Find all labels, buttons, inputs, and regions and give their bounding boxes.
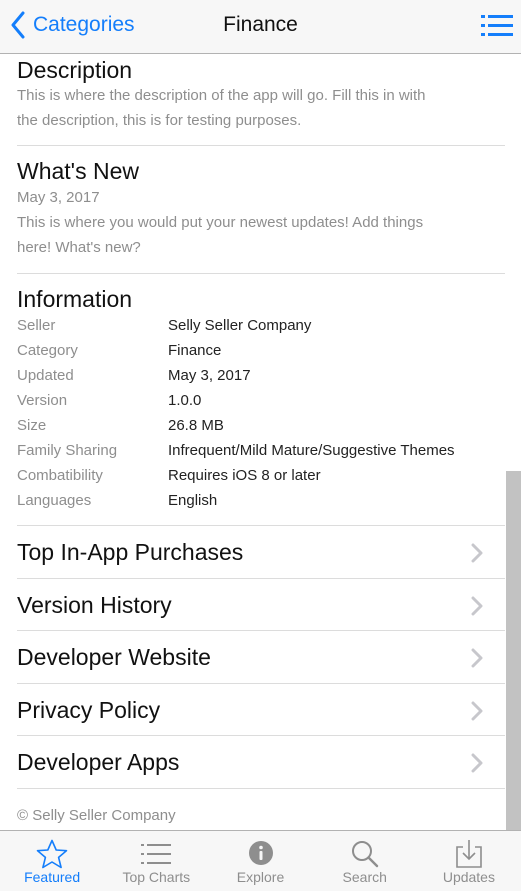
divider: [17, 145, 505, 146]
tab-updates[interactable]: Updates: [417, 831, 521, 891]
whats-new-line: here! What's new?: [17, 239, 141, 256]
link-row-top-in-app-purchases[interactable]: Top In-App Purchases: [0, 526, 505, 578]
tab-label: Search: [342, 869, 387, 885]
info-value: 26.8 MB: [168, 417, 224, 434]
info-row-languages: Languages English: [17, 488, 497, 513]
list-icon: [141, 844, 172, 864]
tab-explore[interactable]: Explore: [208, 831, 312, 891]
whats-new-heading: What's New: [17, 158, 139, 184]
info-label: Size: [17, 417, 47, 434]
info-label: Version: [17, 392, 68, 409]
list-icon: [481, 15, 513, 36]
description-text: This is where the description of the app…: [17, 83, 427, 133]
link-row-developer-apps[interactable]: Developer Apps: [0, 736, 505, 788]
whats-new-line: This is where you would put your newest …: [17, 214, 424, 231]
chevron-right-icon: [471, 753, 483, 773]
info-value: May 3, 2017: [168, 367, 251, 384]
chevron-right-icon: [471, 648, 483, 668]
info-label: Combatibility: [17, 467, 103, 484]
link-label: Developer Apps: [17, 749, 180, 775]
info-row-updated: Updated May 3, 2017: [17, 363, 497, 388]
back-button-label: Categories: [33, 13, 135, 36]
tab-search[interactable]: Search: [313, 831, 417, 891]
info-row-family-sharing: Family Sharing Infrequent/Mild Mature/Su…: [17, 438, 497, 463]
divider: [17, 273, 505, 274]
link-label: Privacy Policy: [17, 697, 161, 723]
whats-new-text: May 3, 2017 This is where you would put …: [17, 185, 427, 260]
download-icon: [456, 840, 482, 868]
info-label: Languages: [17, 492, 92, 509]
whats-new-date: May 3, 2017: [17, 189, 100, 206]
info-value: Finance: [168, 342, 222, 359]
divider: [17, 788, 505, 789]
chevron-left-icon: [11, 11, 25, 39]
scrollbar-thumb[interactable]: [506, 471, 521, 830]
link-label: Developer Website: [17, 644, 211, 670]
info-label: Category: [17, 342, 78, 359]
tab-bar: Featured Top Charts Explore Search Updat…: [0, 830, 521, 891]
info-row-compatibility: Combatibility Requires iOS 8 or later: [17, 463, 497, 488]
info-label: Updated: [17, 367, 74, 384]
link-label: Version History: [17, 592, 172, 618]
tab-label: Updates: [442, 869, 495, 885]
star-icon: [36, 839, 68, 869]
info-value: English: [168, 492, 218, 509]
tab-label: Explore: [236, 869, 285, 885]
tab-featured[interactable]: Featured: [0, 831, 104, 891]
info-value: Requires iOS 8 or later: [168, 467, 321, 484]
info-row-seller: Seller Selly Seller Company: [17, 313, 497, 338]
menu-button[interactable]: [481, 13, 513, 39]
info-row-version: Version 1.0.0: [17, 388, 497, 413]
description-heading: Description: [17, 57, 133, 83]
information-heading: Information: [17, 286, 133, 312]
info-value: 1.0.0: [168, 392, 202, 409]
app-details-content: Description This is where the descriptio…: [0, 54, 505, 830]
navigation-bar: Categories Finance: [0, 0, 521, 54]
link-row-version-history[interactable]: Version History: [0, 579, 505, 631]
back-button[interactable]: Categories: [10, 10, 135, 40]
chevron-right-icon: [471, 543, 483, 563]
link-label: Top In-App Purchases: [17, 539, 244, 565]
info-row-size: Size 26.8 MB: [17, 413, 497, 438]
tab-label: Top Charts: [122, 869, 191, 885]
link-row-developer-website[interactable]: Developer Website: [0, 631, 505, 683]
copyright-text: © Selly Seller Company: [17, 807, 176, 824]
link-row-privacy-policy[interactable]: Privacy Policy: [0, 684, 505, 736]
info-label: Seller: [17, 317, 56, 334]
description-line: This is where the description of the app…: [17, 87, 426, 104]
chevron-right-icon: [471, 701, 483, 721]
info-icon: [248, 841, 273, 865]
info-value: Infrequent/Mild Mature/Suggestive Themes: [168, 442, 455, 459]
info-value: Selly Seller Company: [168, 317, 312, 334]
description-line: the description, this is for testing pur…: [17, 112, 302, 129]
chevron-right-icon: [471, 596, 483, 616]
tab-label: Featured: [24, 869, 81, 885]
search-icon: [351, 841, 378, 868]
info-label: Family Sharing: [17, 442, 118, 459]
info-row-category: Category Finance: [17, 338, 497, 363]
tab-top-charts[interactable]: Top Charts: [104, 831, 208, 891]
